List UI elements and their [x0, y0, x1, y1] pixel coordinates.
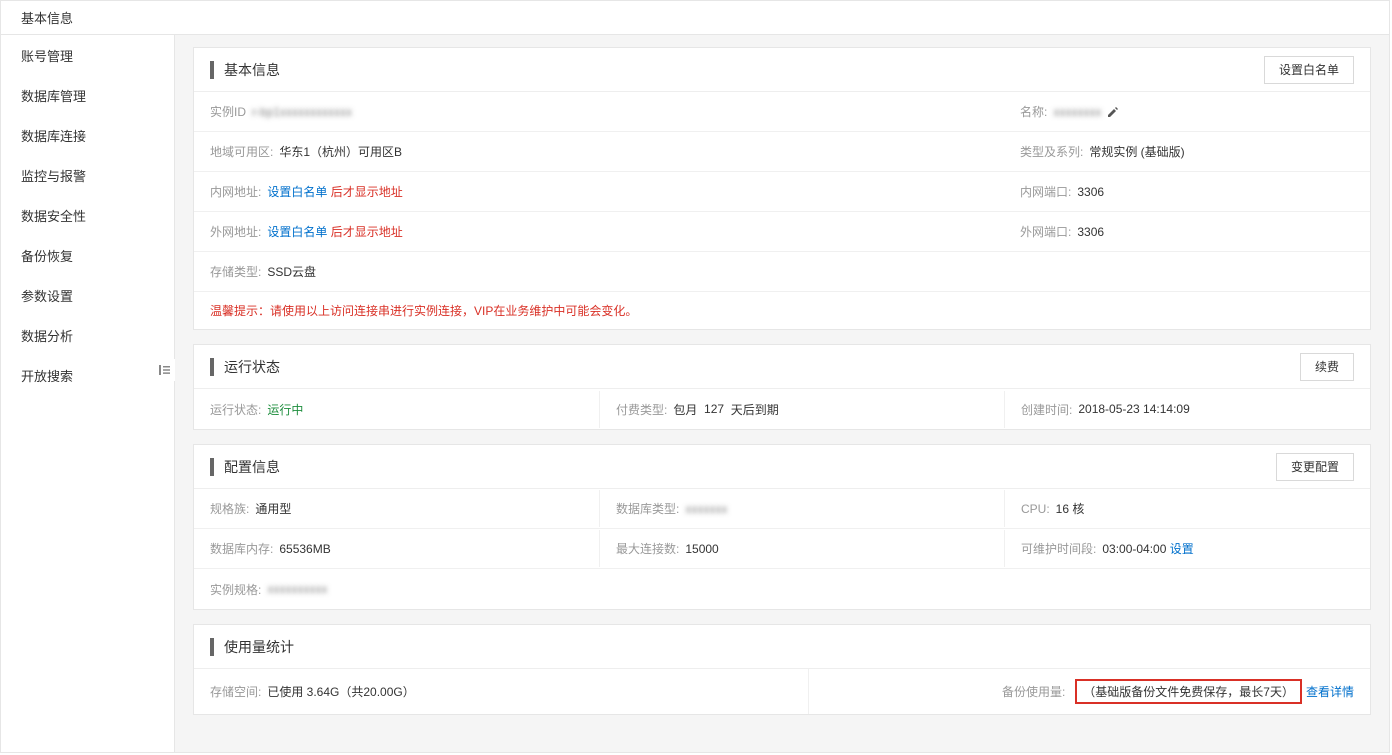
maxconn-label: 最大连接数: — [616, 540, 679, 557]
extranet-addr-suffix: 后才显示地址 — [331, 223, 403, 240]
extranet-port-label: 外网端口: — [1020, 223, 1071, 240]
storage-type-value: SSD云盘 — [267, 263, 316, 280]
intranet-addr-suffix: 后才显示地址 — [331, 183, 403, 200]
backup-boxed-note: （基础版备份文件免费保存，最长7天） — [1075, 679, 1302, 704]
storage-type-label: 存储类型: — [210, 263, 261, 280]
usage-title: 使用量统计 — [224, 637, 294, 657]
sidebar-collapse-icon[interactable] — [153, 359, 175, 381]
mem-value: 65536MB — [279, 542, 330, 556]
region-value: 华东1（杭州）可用区B — [279, 143, 402, 160]
family-label: 规格族: — [210, 500, 249, 517]
renew-button[interactable]: 续费 — [1300, 353, 1354, 381]
sidebar-item-label: 数据分析 — [21, 326, 73, 345]
created-label: 创建时间: — [1021, 401, 1072, 418]
instance-id-value: r-bp1xxxxxxxxxxxx — [252, 105, 352, 119]
change-config-button[interactable]: 变更配置 — [1276, 453, 1354, 481]
mem-label: 数据库内存: — [210, 540, 273, 557]
type-value: 常规实例 (基础版) — [1089, 143, 1184, 160]
billing-prefix: 包月 — [673, 401, 697, 418]
status-title: 运行状态 — [224, 357, 280, 377]
intranet-whitelist-link[interactable]: 设置白名单 — [267, 183, 327, 200]
billing-days: 127 — [704, 402, 724, 416]
extranet-port-value: 3306 — [1077, 225, 1104, 239]
sidebar-item-database[interactable]: 数据库管理 — [1, 75, 174, 115]
edit-name-icon[interactable] — [1105, 104, 1121, 120]
billing-suffix: 天后到期 — [731, 401, 779, 418]
dbtype-label: 数据库类型: — [616, 500, 679, 517]
cpu-value: 16 核 — [1056, 500, 1085, 517]
main-content: 基本信息 设置白名单 实例ID r-bp1xxxxxxxxxxxx 名称: xx… — [175, 35, 1389, 752]
dbtype-value: xxxxxxx — [685, 502, 727, 516]
cpu-label: CPU: — [1021, 502, 1050, 516]
backup-detail-link[interactable]: 查看详情 — [1306, 683, 1354, 700]
status-label: 运行状态: — [210, 401, 261, 418]
intranet-addr-label: 内网地址: — [210, 183, 261, 200]
sidebar-item-analysis[interactable]: 数据分析 — [1, 315, 174, 355]
top-bar: 基本信息 — [1, 1, 1389, 35]
sidebar-item-params[interactable]: 参数设置 — [1, 275, 174, 315]
extranet-addr-label: 外网地址: — [210, 223, 261, 240]
page-title: 基本信息 — [21, 8, 73, 27]
sidebar: 账号管理 数据库管理 数据库连接 监控与报警 数据安全性 备份恢复 参数设置 数… — [1, 35, 175, 752]
sidebar-item-label: 开放搜索 — [21, 366, 73, 385]
maint-set-link[interactable]: 设置 — [1170, 540, 1194, 557]
type-label: 类型及系列: — [1020, 143, 1083, 160]
sidebar-item-backup[interactable]: 备份恢复 — [1, 235, 174, 275]
name-value: xxxxxxxx — [1053, 105, 1101, 119]
created-value: 2018-05-23 14:14:09 — [1078, 402, 1189, 416]
sidebar-item-account[interactable]: 账号管理 — [1, 35, 174, 75]
sidebar-item-label: 数据安全性 — [21, 206, 86, 225]
maint-label: 可维护时间段: — [1021, 540, 1096, 557]
sidebar-item-label: 备份恢复 — [21, 246, 73, 265]
intranet-port-label: 内网端口: — [1020, 183, 1071, 200]
instance-id-label: 实例ID — [210, 103, 246, 120]
sidebar-item-label: 监控与报警 — [21, 166, 86, 185]
sidebar-item-label: 参数设置 — [21, 286, 73, 305]
maxconn-value: 15000 — [685, 542, 718, 556]
sidebar-item-label: 数据库连接 — [21, 126, 86, 145]
region-label: 地域可用区: — [210, 143, 273, 160]
backup-usage-label: 备份使用量: — [1002, 683, 1065, 700]
sidebar-item-label: 账号管理 — [21, 46, 73, 65]
basic-info-card: 基本信息 设置白名单 实例ID r-bp1xxxxxxxxxxxx 名称: xx… — [193, 47, 1371, 330]
spec-label: 实例规格: — [210, 581, 261, 598]
sidebar-item-security[interactable]: 数据安全性 — [1, 195, 174, 235]
family-value: 通用型 — [255, 500, 291, 517]
sidebar-item-label: 数据库管理 — [21, 86, 86, 105]
spec-value: xxxxxxxxxx — [267, 582, 327, 596]
basic-info-title: 基本信息 — [224, 60, 280, 80]
intranet-port-value: 3306 — [1077, 185, 1104, 199]
name-label: 名称: — [1020, 103, 1047, 120]
config-title: 配置信息 — [224, 457, 280, 477]
billing-label: 付费类型: — [616, 401, 667, 418]
storage-usage-value: 已使用 3.64G（共20.00G） — [267, 683, 414, 700]
status-card: 运行状态 续费 运行状态: 运行中 付费类型: 包月 127 天后到期 — [193, 344, 1371, 430]
sidebar-item-monitor[interactable]: 监控与报警 — [1, 155, 174, 195]
sidebar-item-opensearch[interactable]: 开放搜索 — [1, 355, 174, 395]
storage-usage-label: 存储空间: — [210, 683, 261, 700]
usage-card: 使用量统计 存储空间: 已使用 3.64G（共20.00G） 备份使用量: （基… — [193, 624, 1371, 715]
sidebar-item-connection[interactable]: 数据库连接 — [1, 115, 174, 155]
set-whitelist-button[interactable]: 设置白名单 — [1264, 56, 1354, 84]
maint-value: 03:00-04:00 — [1102, 542, 1166, 556]
config-card: 配置信息 变更配置 规格族: 通用型 数据库类型: xxxxxxx CPU: 1… — [193, 444, 1371, 610]
extranet-whitelist-link[interactable]: 设置白名单 — [267, 223, 327, 240]
connection-tip: 温馨提示：请使用以上访问连接串进行实例连接，VIP在业务维护中可能会变化。 — [210, 304, 637, 318]
status-value: 运行中 — [267, 401, 303, 418]
